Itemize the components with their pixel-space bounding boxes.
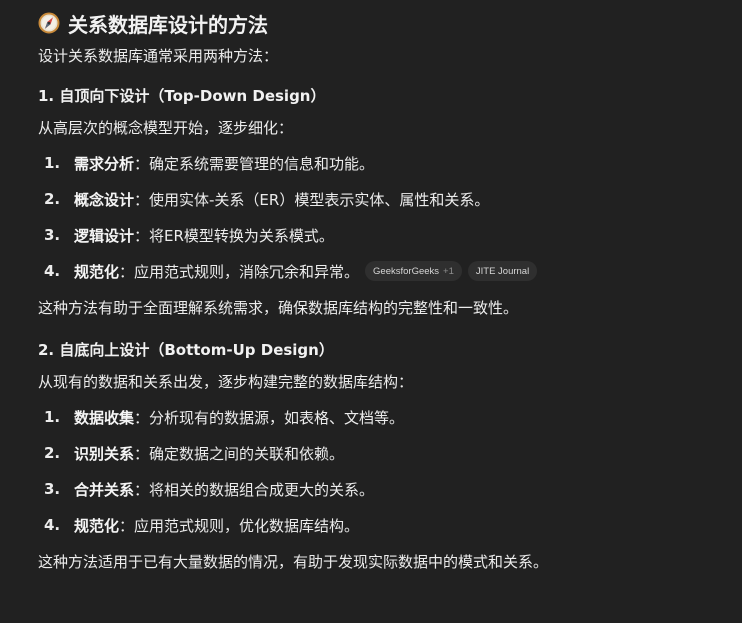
step-desc: ：分析现有的数据源，如表格、文档等。 [134, 408, 405, 427]
step-number: 1. [44, 154, 61, 172]
list-item: 4. 规范化 ：应用范式规则，优化数据库结构。 [38, 507, 728, 543]
step-desc: ：应用范式规则，消除冗余和异常。 [119, 262, 360, 281]
list-item: 3. 逻辑设计 ：将ER模型转换为关系模式。 [38, 217, 728, 253]
source-chip-label: GeeksforGeeks [373, 265, 440, 277]
step-number: 2. [44, 444, 61, 462]
step-number: 4. [44, 516, 61, 534]
step-desc: ：将ER模型转换为关系模式。 [134, 226, 334, 245]
step-term: 逻辑设计 [74, 226, 135, 245]
section-heading-top-down: 1. 自顶向下设计（Top-Down Design） [38, 87, 326, 105]
step-number: 1. [44, 408, 61, 426]
list-item: 1. 需求分析 ：确定系统需要管理的信息和功能。 [38, 145, 728, 181]
step-term: 规范化 [74, 262, 120, 281]
source-chip-count: +1 [443, 265, 454, 277]
step-term: 概念设计 [74, 190, 135, 209]
list-item: 2. 识别关系 ：确定数据之间的关联和依赖。 [38, 435, 728, 471]
section-lead-top-down: 从高层次的概念模型开始，逐步细化： [38, 119, 294, 137]
step-number: 3. [44, 480, 61, 498]
compass-icon [38, 12, 60, 34]
list-item: 2. 概念设计 ：使用实体-关系（ER）模型表示实体、属性和关系。 [38, 181, 728, 217]
step-term: 规范化 [74, 516, 120, 535]
title-text: 关系数据库设计的方法 [68, 12, 268, 37]
intro-text: 设计关系数据库通常采用两种方法： [38, 47, 279, 65]
step-desc: ：确定系统需要管理的信息和功能。 [134, 154, 375, 173]
list-item: 4. 规范化 ：应用范式规则，消除冗余和异常。 GeeksforGeeks +1… [38, 253, 728, 289]
steps-list-top-down: 1. 需求分析 ：确定系统需要管理的信息和功能。 2. 概念设计 ：使用实体-关… [38, 145, 728, 289]
page-title: 关系数据库设计的方法 [38, 8, 728, 38]
steps-list-bottom-up: 1. 数据收集 ：分析现有的数据源，如表格、文档等。 2. 识别关系 ：确定数据… [38, 399, 728, 543]
section-summary-bottom-up: 这种方法适用于已有大量数据的情况，有助于发现实际数据中的模式和关系。 [38, 553, 549, 571]
source-chip-jite-journal[interactable]: JITE Journal [467, 261, 538, 281]
section-heading-bottom-up: 2. 自底向上设计（Bottom-Up Design） [38, 341, 334, 359]
step-term: 需求分析 [74, 154, 135, 173]
source-chip-label: JITE Journal [475, 265, 530, 277]
step-number: 3. [44, 226, 61, 244]
step-number: 2. [44, 190, 61, 208]
step-number: 4. [44, 262, 61, 280]
section-summary-top-down: 这种方法有助于全面理解系统需求，确保数据库结构的完整性和一致性。 [38, 299, 519, 317]
step-desc: ：使用实体-关系（ER）模型表示实体、属性和关系。 [134, 190, 490, 209]
step-desc: ：应用范式规则，优化数据库结构。 [119, 516, 360, 535]
step-term: 数据收集 [74, 408, 135, 427]
section-lead-bottom-up: 从现有的数据和关系出发，逐步构建完整的数据库结构： [38, 373, 414, 391]
source-chip-geeksforgeeks[interactable]: GeeksforGeeks +1 [365, 261, 462, 281]
list-item: 1. 数据收集 ：分析现有的数据源，如表格、文档等。 [38, 399, 728, 435]
step-desc: ：确定数据之间的关联和依赖。 [134, 444, 345, 463]
step-desc: ：将相关的数据组合成更大的关系。 [134, 480, 375, 499]
chat-message-content: 关系数据库设计的方法 设计关系数据库通常采用两种方法： 1. 自顶向下设计（To… [38, 8, 728, 573]
list-item: 3. 合并关系 ：将相关的数据组合成更大的关系。 [38, 471, 728, 507]
step-term: 合并关系 [74, 480, 135, 499]
step-term: 识别关系 [74, 444, 135, 463]
